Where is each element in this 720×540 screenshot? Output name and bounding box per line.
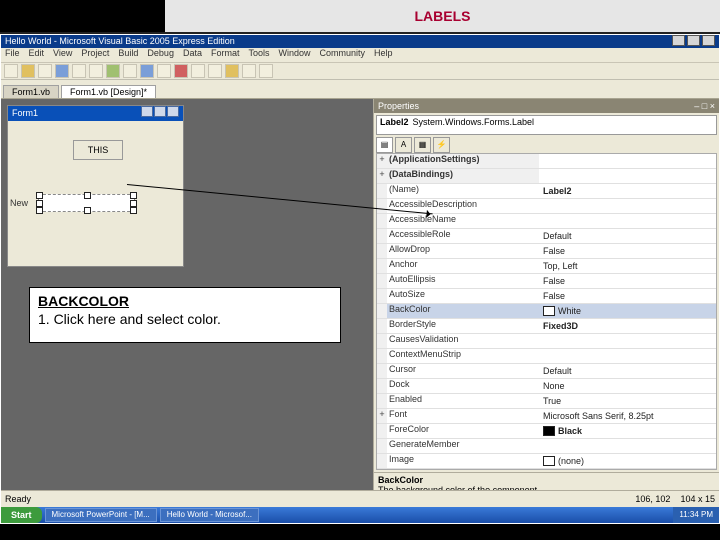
object-selector[interactable]: Label2 System.Windows.Forms.Label (376, 115, 717, 135)
property-row-anchor[interactable]: AnchorTop, Left (377, 259, 716, 274)
resize-handle[interactable] (36, 192, 43, 199)
toolbar-button[interactable] (174, 64, 188, 78)
resize-handle[interactable] (36, 207, 43, 214)
toolbar-play-button[interactable] (106, 64, 120, 78)
windows-taskbar[interactable]: Start Microsoft PowerPoint - [M... Hello… (1, 507, 719, 523)
menu-community[interactable]: Community (320, 48, 366, 58)
resize-handle[interactable] (130, 200, 137, 207)
status-size: 104 x 15 (680, 494, 715, 504)
property-row-accessiblerole[interactable]: AccessibleRoleDefault (377, 229, 716, 244)
property-row-allowdrop[interactable]: AllowDropFalse (377, 244, 716, 259)
property-row-cursor[interactable]: CursorDefault (377, 364, 716, 379)
menu-project[interactable]: Project (81, 48, 109, 58)
menu-help[interactable]: Help (374, 48, 393, 58)
toolbar-button[interactable] (55, 64, 69, 78)
label-control-selected[interactable] (38, 194, 135, 212)
property-row-applicationsettings[interactable]: +(ApplicationSettings) (377, 154, 716, 169)
system-tray[interactable]: 11:34 PM (673, 507, 719, 523)
toolbar-button[interactable] (191, 64, 205, 78)
property-row-image[interactable]: Image(none) (377, 454, 716, 469)
status-bar: Ready 106, 102 104 x 15 (1, 490, 719, 507)
property-row-contextmenustrip[interactable]: ContextMenuStrip (377, 349, 716, 364)
start-button[interactable]: Start (1, 507, 42, 523)
menu-view[interactable]: View (53, 48, 72, 58)
menu-debug[interactable]: Debug (147, 48, 174, 58)
properties-page-button[interactable]: ▦ (414, 137, 431, 153)
resize-handle[interactable] (36, 200, 43, 207)
form-title-text: Form1 (12, 106, 38, 121)
properties-title-text: Properties (378, 99, 419, 113)
properties-grid[interactable]: +(ApplicationSettings)+(DataBindings)(Na… (376, 153, 717, 470)
ide-titlebar: Hello World - Microsoft Visual Basic 200… (1, 35, 719, 48)
properties-panel: Properties – □ × Label2 System.Windows.F… (373, 99, 719, 509)
menu-edit[interactable]: Edit (29, 48, 45, 58)
status-left: Ready (5, 494, 31, 504)
ide-title-text: Hello World - Microsoft Visual Basic 200… (5, 35, 235, 48)
property-row-causesvalidation[interactable]: CausesValidation (377, 334, 716, 349)
toolbar-button[interactable] (208, 64, 222, 78)
properties-sort-tabs[interactable]: ▤ A ▦ ⚡ (376, 137, 717, 151)
events-button[interactable]: ⚡ (433, 137, 450, 153)
property-row-borderstyle[interactable]: BorderStyleFixed3D (377, 319, 716, 334)
property-row-autoellipsis[interactable]: AutoEllipsisFalse (377, 274, 716, 289)
menu-file[interactable]: File (5, 48, 20, 58)
tab-design[interactable]: Form1.vb [Design]* (61, 85, 156, 98)
property-row-backcolor[interactable]: BackColorWhite (377, 304, 716, 319)
property-row-dock[interactable]: DockNone (377, 379, 716, 394)
taskbar-app[interactable]: Microsoft PowerPoint - [M... (45, 508, 157, 522)
toolbar-button[interactable] (4, 64, 18, 78)
callout-step: 1. Click here and select color. (38, 311, 221, 327)
resize-handle[interactable] (130, 192, 137, 199)
property-row-imagealign[interactable]: ImageAlignMiddleCenter (377, 469, 716, 470)
menubar[interactable]: File Edit View Project Build Debug Data Format T… (1, 48, 719, 63)
toolbar-button[interactable] (140, 64, 154, 78)
toolbar-button[interactable] (38, 64, 52, 78)
toolbar[interactable] (1, 63, 719, 80)
toolbar-button[interactable] (157, 64, 171, 78)
panel-buttons[interactable]: – □ × (694, 99, 715, 113)
button-control[interactable]: THIS (73, 140, 123, 160)
callout-heading: BACKCOLOR (38, 293, 129, 309)
property-row-databindings[interactable]: +(DataBindings) (377, 169, 716, 184)
annotation-callout: BACKCOLOR 1. Click here and select color… (29, 287, 341, 343)
sort-categorized-button[interactable]: ▤ (376, 137, 393, 153)
window-controls[interactable] (670, 35, 715, 48)
resize-handle[interactable] (84, 192, 91, 199)
toolbar-button[interactable] (89, 64, 103, 78)
tab-code[interactable]: Form1.vb (3, 85, 59, 98)
taskbar-app[interactable]: Hello World - Microsof... (160, 508, 259, 522)
property-row-generatemember[interactable]: GenerateMember (377, 439, 716, 454)
property-row-forecolor[interactable]: ForeColorBlack (377, 424, 716, 439)
resize-handle[interactable] (130, 207, 137, 214)
form-titlebar: Form1 (8, 106, 183, 121)
slide-title: LABELS (165, 0, 720, 32)
form-window-buttons[interactable] (140, 106, 179, 121)
label-caption: New (10, 198, 28, 208)
menu-format[interactable]: Format (211, 48, 240, 58)
property-row-name[interactable]: (Name)Label2 (377, 184, 716, 199)
property-row-font[interactable]: +FontMicrosoft Sans Serif, 8.25pt (377, 409, 716, 424)
document-tabs[interactable]: Form1.vb Form1.vb [Design]* (1, 80, 719, 99)
toolbar-button[interactable] (21, 64, 35, 78)
desc-name: BackColor (378, 475, 715, 485)
property-row-autosize[interactable]: AutoSizeFalse (377, 289, 716, 304)
property-row-enabled[interactable]: EnabledTrue (377, 394, 716, 409)
status-pos: 106, 102 (635, 494, 670, 504)
sort-alpha-button[interactable]: A (395, 137, 412, 153)
toolbar-button[interactable] (225, 64, 239, 78)
menu-data[interactable]: Data (183, 48, 202, 58)
toolbar-button[interactable] (242, 64, 256, 78)
object-type: System.Windows.Forms.Label (413, 117, 535, 133)
toolbar-button[interactable] (72, 64, 86, 78)
resize-handle[interactable] (84, 207, 91, 214)
menu-window[interactable]: Window (279, 48, 311, 58)
menu-build[interactable]: Build (118, 48, 138, 58)
object-name: Label2 (380, 117, 409, 133)
menu-tools[interactable]: Tools (248, 48, 269, 58)
toolbar-button[interactable] (259, 64, 273, 78)
toolbar-button[interactable] (123, 64, 137, 78)
properties-title: Properties – □ × (374, 99, 719, 113)
